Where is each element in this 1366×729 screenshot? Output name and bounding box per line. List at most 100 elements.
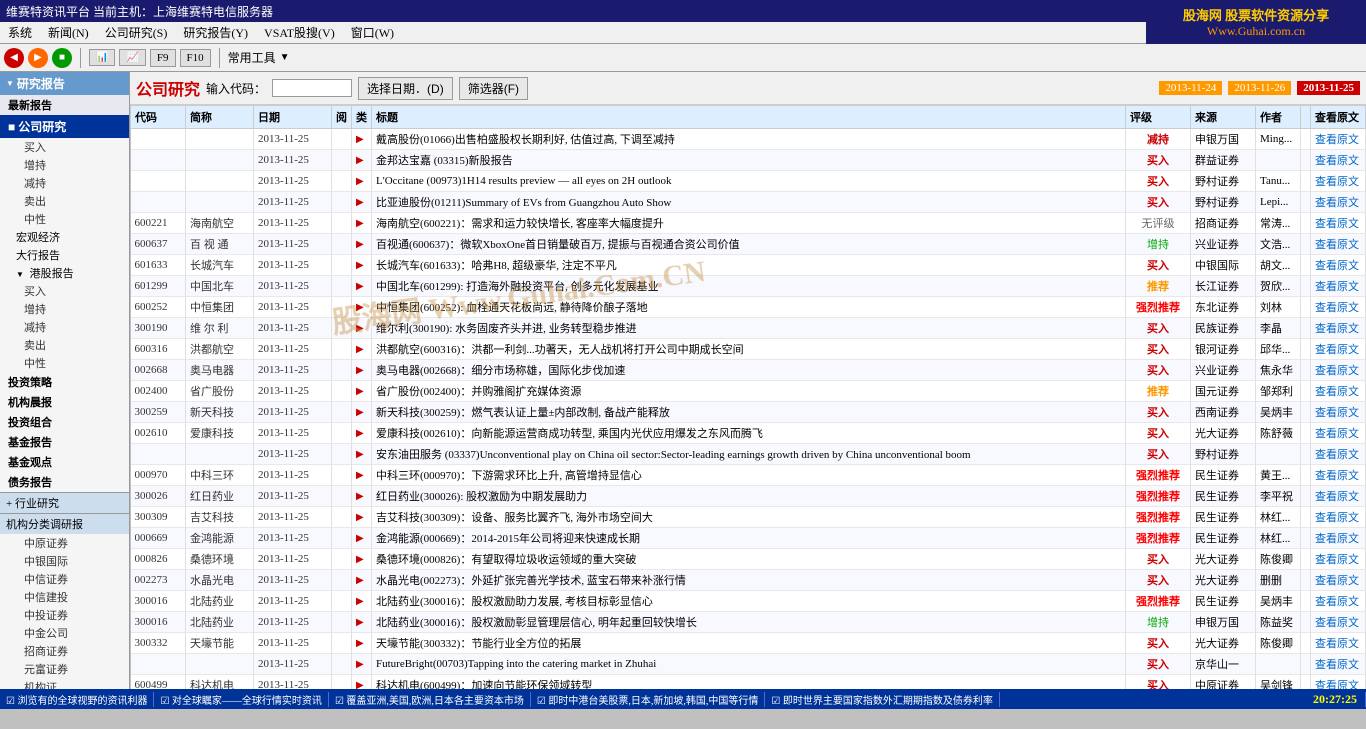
sidebar-morning-report[interactable]: 机构晨报 <box>0 392 129 412</box>
sidebar-inst-zhongxin[interactable]: 中信证券 <box>0 570 129 588</box>
cell-action[interactable]: 查看原文 <box>1311 549 1366 570</box>
toolbar-icon1[interactable]: 📊 <box>89 49 115 66</box>
cell-title[interactable]: 新天科技(300259)：燃气表认证上量±内部改制, 备战产能释放 <box>372 402 1126 423</box>
cell-action[interactable]: 查看原文 <box>1311 633 1366 654</box>
sidebar-sub-neutral2[interactable]: 中性 <box>0 354 129 372</box>
cell-action[interactable]: 查看原文 <box>1311 507 1366 528</box>
menu-system[interactable]: 系统 <box>0 22 40 43</box>
cell-title[interactable]: 吉艾科技(300309)：设备、服务比翼齐飞, 海外市场空间大 <box>372 507 1126 528</box>
nav-back-btn[interactable]: ◀ <box>4 48 24 68</box>
sidebar-sub-sell1[interactable]: 卖出 <box>0 192 129 210</box>
sidebar-strategy[interactable]: 投资策略 <box>0 372 129 392</box>
cell-action[interactable]: 查看原文 <box>1311 234 1366 255</box>
sidebar-inst-zhongyuan[interactable]: 中原证券 <box>0 534 129 552</box>
filter-btn[interactable]: 筛选器(F) <box>459 77 528 100</box>
sidebar-inst-zhongxinjt[interactable]: 中信建投 <box>0 588 129 606</box>
cell-title[interactable]: 安东油田服务 (03337)Unconventional play on Chi… <box>372 444 1126 465</box>
cell-title[interactable]: FutureBright(00703)Tapping into the cate… <box>372 654 1126 675</box>
sidebar-sub-decrease1[interactable]: 减持 <box>0 174 129 192</box>
sidebar-sub-buy2[interactable]: 买入 <box>0 282 129 300</box>
toolbar-f9[interactable]: F9 <box>150 49 176 67</box>
cell-action[interactable]: 查看原文 <box>1311 612 1366 633</box>
sidebar-inst-zhongtou[interactable]: 中投证券 <box>0 606 129 624</box>
cell-action[interactable]: 查看原文 <box>1311 129 1366 150</box>
cell-action[interactable]: 查看原文 <box>1311 255 1366 276</box>
cell-title[interactable]: 海南航空(600221)：需求和运力较快增长, 客座率大幅度提升 <box>372 213 1126 234</box>
sidebar-fund-report[interactable]: 基金报告 <box>0 432 129 452</box>
sidebar-sub-increase2[interactable]: 增持 <box>0 300 129 318</box>
cell-action[interactable]: 查看原文 <box>1311 570 1366 591</box>
cell-title[interactable]: 中恒集团(600252): 血栓通天花板尚远, 静待降价酿子落地 <box>372 297 1126 318</box>
nav-forward-btn[interactable]: ▶ <box>28 48 48 68</box>
sidebar-sub-increase1[interactable]: 增持 <box>0 156 129 174</box>
cell-title[interactable]: 科达机电(600499)：加速向节能环保领域转型 <box>372 675 1126 690</box>
cell-title[interactable]: 水晶光电(002273)：外延扩张完善光学技术, 蓝宝石带来补涨行情 <box>372 570 1126 591</box>
cell-title[interactable]: 奥马电器(002668)：细分市场称雄，国际化步伐加速 <box>372 360 1126 381</box>
cell-title[interactable]: 金鸿能源(000669)：2014-2015年公司将迎来快速成长期 <box>372 528 1126 549</box>
cell-action[interactable]: 查看原文 <box>1311 402 1366 423</box>
sidebar-hk-reports[interactable]: ▼ 港股报告 <box>0 264 129 282</box>
toolbar-tools-arrow[interactable]: ▼ <box>280 52 290 63</box>
cell-title[interactable]: 桑德环境(000826)：有望取得垃圾收运领域的重大突破 <box>372 549 1126 570</box>
cell-action[interactable]: 查看原文 <box>1311 318 1366 339</box>
cell-title[interactable]: 戴高股份(01066)出售柏盛股权长期利好, 估值过高, 下调至减持 <box>372 129 1126 150</box>
sidebar-sub-sell2[interactable]: 卖出 <box>0 336 129 354</box>
sidebar-company-research-selected[interactable]: ■ 公司研究 <box>0 115 129 138</box>
cell-action[interactable]: 查看原文 <box>1311 675 1366 690</box>
sidebar-fund-view[interactable]: 基金观点 <box>0 452 129 472</box>
cell-title[interactable]: 中国北车(601299): 打造海外融投资平台, 创多元化发展基业 <box>372 276 1126 297</box>
cell-action[interactable]: 查看原文 <box>1311 213 1366 234</box>
sidebar-inst-zhaoshang[interactable]: 招商证券 <box>0 642 129 660</box>
cell-action[interactable]: 查看原文 <box>1311 528 1366 549</box>
cell-title[interactable]: L'Occitane (00973)1H14 results preview —… <box>372 171 1126 192</box>
sidebar-bond-report[interactable]: 债务报告 <box>0 472 129 492</box>
sidebar-sub-buy1[interactable]: 买入 <box>0 138 129 156</box>
sidebar-sub-neutral1[interactable]: 中性 <box>0 210 129 228</box>
cell-action[interactable]: 查看原文 <box>1311 171 1366 192</box>
cell-title[interactable]: 天壕节能(300332)：节能行业全方位的拓展 <box>372 633 1126 654</box>
cell-title[interactable]: 金邦达宝嘉 (03315)新股报告 <box>372 150 1126 171</box>
date-select-btn[interactable]: 选择日期．(D) <box>358 77 453 100</box>
cell-action[interactable]: 查看原文 <box>1311 360 1366 381</box>
cell-title[interactable]: 长城汽车(601633)：哈弗H8, 超级豪华, 注定不平凡 <box>372 255 1126 276</box>
date-badge-1[interactable]: 2013-11-24 <box>1159 81 1222 95</box>
cell-action[interactable]: 查看原文 <box>1311 192 1366 213</box>
cell-title[interactable]: 中科三环(000970)：下游需求环比上升, 高管增持显信心 <box>372 465 1126 486</box>
cell-title[interactable]: 北陆药业(300016)：股权激励助力发展, 考核目标彰显信心 <box>372 591 1126 612</box>
cell-title[interactable]: 爱康科技(002610)：向新能源运营商成功转型, 乘国内光伏应用爆发之东风而腾… <box>372 423 1126 444</box>
cell-action[interactable]: 查看原文 <box>1311 381 1366 402</box>
sidebar-latest-reports[interactable]: 最新报告 <box>0 95 129 115</box>
menu-company[interactable]: 公司研究(S) <box>97 22 176 43</box>
code-input[interactable] <box>272 79 352 97</box>
toolbar-f10[interactable]: F10 <box>180 49 211 67</box>
sidebar-sub-decrease2[interactable]: 减持 <box>0 318 129 336</box>
menu-window[interactable]: 窗口(W) <box>343 22 402 43</box>
cell-action[interactable]: 查看原文 <box>1311 276 1366 297</box>
cell-title[interactable]: 北陆药业(300016)：股权激励彰显管理层信心, 明年起重回较快增长 <box>372 612 1126 633</box>
sidebar-inst-yuanfu[interactable]: 元富证券 <box>0 660 129 678</box>
sidebar-macro[interactable]: 宏观经济 <box>0 228 129 246</box>
date-badge-3[interactable]: 2013-11-25 <box>1297 81 1360 95</box>
sidebar-inst-more[interactable]: 机构证... <box>0 678 129 689</box>
cell-title[interactable]: 省广股份(002400)：并购雅阁扩充媒体资源 <box>372 381 1126 402</box>
sidebar-industry-section[interactable]: + 行业研究 <box>0 492 129 513</box>
menu-vsat[interactable]: VSAT股搜(V) <box>256 22 343 43</box>
cell-action[interactable]: 查看原文 <box>1311 486 1366 507</box>
cell-title[interactable]: 百视通(600637)：微软XboxOne首日销量破百万, 提振与百视通合资公司… <box>372 234 1126 255</box>
cell-title[interactable]: 维尔利(300190): 水务固废齐头并进, 业务转型稳步推进 <box>372 318 1126 339</box>
cell-action[interactable]: 查看原文 <box>1311 423 1366 444</box>
cell-title[interactable]: 比亚迪股份(01211)Summary of EVs from Guangzho… <box>372 192 1126 213</box>
date-badge-2[interactable]: 2013-11-26 <box>1228 81 1291 95</box>
sidebar-section-research[interactable]: ▼ 研究报告 <box>0 72 129 95</box>
cell-action[interactable]: 查看原文 <box>1311 465 1366 486</box>
sidebar-major-report[interactable]: 大行报告 <box>0 246 129 264</box>
toolbar-icon2[interactable]: 📈 <box>119 49 145 66</box>
sidebar-inst-zhongyin[interactable]: 中银国际 <box>0 552 129 570</box>
nav-stop-btn[interactable]: ■ <box>52 48 72 68</box>
sidebar-portfolio[interactable]: 投资组合 <box>0 412 129 432</box>
cell-title[interactable]: 红日药业(300026): 股权激励为中期发展助力 <box>372 486 1126 507</box>
cell-action[interactable]: 查看原文 <box>1311 297 1366 318</box>
cell-action[interactable]: 查看原文 <box>1311 591 1366 612</box>
menu-research[interactable]: 研究报告(Y) <box>175 22 256 43</box>
cell-action[interactable]: 查看原文 <box>1311 150 1366 171</box>
